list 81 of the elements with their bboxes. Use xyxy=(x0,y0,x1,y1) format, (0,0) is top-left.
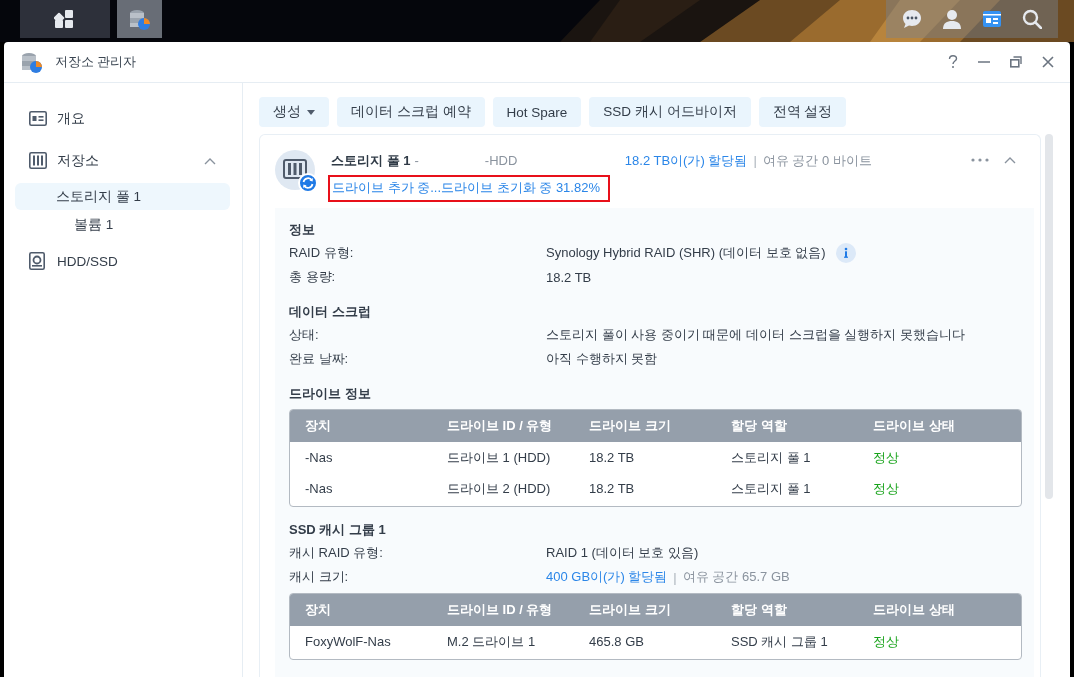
table-cell-text: 18.2 TB xyxy=(588,450,636,465)
close-icon[interactable] xyxy=(1042,56,1054,68)
sidebar-item[interactable]: 저장소 xyxy=(15,140,230,182)
field-value: 아직 수행하지 못함 xyxy=(546,350,658,368)
more-icon[interactable] xyxy=(971,158,989,162)
free-space: 여유 공간 0 바이트 xyxy=(762,152,872,170)
toolbar-button[interactable]: 데이터 스크럽 예약 xyxy=(337,97,485,127)
section-title: 데이터 스크럽 xyxy=(289,303,372,321)
field-value: 400 GB이(가) 할당됨 xyxy=(546,568,668,586)
field-label: 완료 날짜: xyxy=(289,350,350,368)
table-cell-text: 드라이브 1 (HDD) xyxy=(446,448,552,467)
separator: | xyxy=(753,153,757,168)
free-space: 여유 공간 65.7 GB xyxy=(682,568,790,586)
pool-name: 스토리지 풀 1 xyxy=(331,152,411,170)
column-header: 장치 xyxy=(304,601,332,619)
toolbar-button[interactable]: 생성 xyxy=(259,97,329,127)
table-cell-text: M.2 드라이브 1 xyxy=(446,632,537,651)
table-cell-text: -Nas xyxy=(304,450,334,465)
table-cell-text: 드라이브 2 (HDD) xyxy=(446,479,552,498)
storage-app-icon xyxy=(21,51,43,73)
column-header: 할당 역할 xyxy=(730,417,788,435)
sidebar-item[interactable]: 개요 xyxy=(15,98,230,140)
field-value: 스토리지 풀이 사용 중이기 때문에 데이터 스크럽을 실행하지 못했습니다 xyxy=(546,326,965,344)
separator: | xyxy=(673,569,677,585)
status-cell-text: 정상 xyxy=(872,632,900,651)
status-cell-text: 정상 xyxy=(872,479,900,498)
restore-icon[interactable] xyxy=(1010,56,1022,68)
taskbar-button[interactable] xyxy=(20,0,110,38)
sidebar-item[interactable]: HDD/SSD xyxy=(15,240,230,282)
hard-drive-icon xyxy=(29,252,47,270)
storage-app-icon xyxy=(128,8,151,30)
toolbar-button[interactable]: SSD 캐시 어드바이저 xyxy=(589,97,751,127)
chevron-up-icon[interactable] xyxy=(1004,156,1016,164)
column-header: 할당 역할 xyxy=(730,601,788,619)
pool-status: 드라이브 추가 중...드라이브 초기화 중 31.82% xyxy=(328,175,610,202)
pool-type: -HDD xyxy=(484,153,519,168)
section-title: SSD 캐시 그룹 1 xyxy=(289,521,387,539)
column-header: 드라이브 크기 xyxy=(588,417,672,435)
field-value: 18.2 TB xyxy=(546,269,592,285)
table-cell-text: 465.8 GB xyxy=(588,634,645,649)
table-cell-text: SSD 캐시 그룹 1 xyxy=(730,632,829,651)
column-header: 드라이브 ID / 유형 xyxy=(446,601,554,619)
storage-icon xyxy=(29,152,47,170)
column-header: 드라이브 상태 xyxy=(872,601,956,619)
window-title: 저장소 관리자 xyxy=(55,53,137,71)
help-icon[interactable] xyxy=(948,55,958,69)
sidebar-item[interactable]: 볼륨 1 xyxy=(15,210,230,240)
info-icon[interactable] xyxy=(835,243,856,263)
field-label: 캐시 크기: xyxy=(289,568,350,586)
section-title: 드라이브 정보 xyxy=(289,385,372,403)
column-header: 장치 xyxy=(304,417,332,435)
overview-icon xyxy=(29,110,47,128)
status-cell-text: 정상 xyxy=(872,448,900,467)
table-cell-text: FoxyWolF-Nas xyxy=(304,634,392,649)
field-label: 캐시 RAID 유형: xyxy=(289,544,384,562)
column-header: 드라이브 크기 xyxy=(588,601,672,619)
pool-name-suffix: - xyxy=(414,153,419,168)
column-header: 드라이브 ID / 유형 xyxy=(446,417,554,435)
table-cell-text: 스토리지 풀 1 xyxy=(730,479,812,498)
toolbar-button[interactable]: Hot Spare xyxy=(492,97,582,127)
search-icon xyxy=(1022,9,1042,29)
allocated-size: 18.2 TB이(가) 할당됨 xyxy=(624,152,748,170)
toolbar-button[interactable]: 전역 설정 xyxy=(758,97,847,127)
scrollbar[interactable] xyxy=(1045,134,1053,499)
table-cell-text: -Nas xyxy=(304,481,334,496)
table-cell-text: 스토리지 풀 1 xyxy=(730,448,812,467)
field-label: 상태: xyxy=(289,326,320,344)
chat-icon xyxy=(902,9,922,29)
table-cell-text: 18.2 TB xyxy=(588,481,636,496)
field-label: 총 용량: xyxy=(289,268,337,286)
widget-icon xyxy=(982,9,1002,29)
column-header: 드라이브 상태 xyxy=(872,417,956,435)
field-value: Synology Hybrid RAID (SHR) (데이터 보호 없음) xyxy=(546,244,826,262)
caret-icon xyxy=(307,109,315,115)
app-grid-icon xyxy=(54,8,76,30)
section-title: 정보 xyxy=(289,221,316,239)
field-value: RAID 1 (데이터 보호 있음) xyxy=(546,544,699,562)
chevron-up-icon[interactable] xyxy=(204,157,216,165)
user-icon xyxy=(942,9,962,29)
field-label: RAID 유형: xyxy=(289,244,355,262)
sidebar-item[interactable]: 스토리지 풀 1 xyxy=(15,183,230,210)
